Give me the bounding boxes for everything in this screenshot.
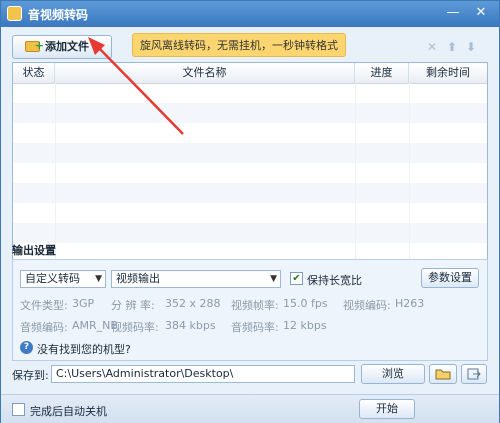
move-down-icon[interactable]: ⬇: [466, 40, 476, 54]
list-row: [13, 123, 487, 143]
video-bitrate-label: 视频码率:: [111, 321, 159, 334]
browse-button[interactable]: 浏览: [361, 364, 425, 384]
auto-shutdown-label: 完成后自动关机: [30, 405, 107, 418]
auto-shutdown-checkbox[interactable]: [12, 403, 25, 416]
delete-icon[interactable]: ✕: [427, 40, 437, 54]
bottom-bar: 完成后自动关机 开始: [1, 394, 499, 423]
chevron-down-icon: ▼: [270, 274, 277, 284]
add-file-label: 添加文件: [45, 40, 89, 53]
audio-bitrate-label: 音频码率:: [231, 321, 279, 334]
list-row: [13, 143, 487, 163]
device-help-link[interactable]: 没有找到您的机型?: [37, 341, 131, 357]
converter-window: 音视频转码 — ✕ 添加文件 旋风离线转码，无需挂机，一秒钟转格式 ✕ ⬆ ⬇ …: [0, 0, 500, 423]
help-icon: ?: [20, 341, 33, 354]
export-icon: [467, 368, 481, 380]
keep-ratio-checkbox[interactable]: ✔: [290, 272, 303, 285]
frame-rate-label: 视频帧率:: [231, 299, 279, 312]
format-select[interactable]: 视频输出 ▼: [111, 270, 281, 288]
window-title: 音视频转码: [28, 8, 89, 22]
preset-select-value: 自定义转码: [25, 272, 80, 285]
list-row: [13, 103, 487, 123]
audio-codec-label: 音频编码:: [20, 321, 68, 334]
file-type-label: 文件类型:: [20, 299, 68, 312]
minimize-button[interactable]: —: [443, 4, 463, 22]
column-filename[interactable]: 文件名称: [55, 63, 355, 83]
start-button[interactable]: 开始: [359, 399, 415, 419]
close-button[interactable]: ✕: [471, 4, 491, 22]
list-row: [13, 223, 487, 243]
file-list[interactable]: 状态 文件名称 进度 剩余时间: [12, 62, 488, 260]
export-button[interactable]: [461, 364, 487, 384]
output-settings-title: 输出设置: [12, 244, 56, 257]
column-status[interactable]: 状态: [13, 63, 55, 83]
column-time-left[interactable]: 剩余时间: [409, 63, 487, 83]
column-divider: [55, 83, 56, 259]
chevron-down-icon: ▼: [95, 274, 102, 284]
list-row: [13, 163, 487, 183]
keep-ratio-label: 保持长宽比: [307, 274, 362, 287]
video-codec-label: 视频编码:: [343, 299, 391, 312]
add-folder-icon: [25, 35, 44, 57]
video-bitrate-value: 384 kbps: [165, 319, 216, 332]
video-codec-value: H263: [395, 297, 425, 310]
list-row: [13, 183, 487, 203]
column-divider: [409, 83, 410, 259]
resolution-value: 352 x 288: [165, 297, 221, 310]
folder-icon: [435, 369, 451, 380]
open-folder-button[interactable]: [429, 364, 457, 384]
file-type-value: 3GP: [72, 297, 95, 310]
list-row: [13, 203, 487, 223]
column-divider: [355, 83, 356, 259]
column-progress[interactable]: 进度: [355, 63, 409, 83]
resolution-label: 分 辨 率:: [111, 299, 155, 312]
save-path-input[interactable]: C:\Users\Administrator\Desktop\: [51, 365, 355, 383]
move-up-icon[interactable]: ⬆: [447, 40, 457, 54]
preset-select[interactable]: 自定义转码 ▼: [20, 270, 106, 288]
save-to-label: 保存到:: [12, 369, 49, 382]
app-icon: [7, 6, 22, 21]
promo-banner[interactable]: 旋风离线转码，无需挂机，一秒钟转格式: [132, 33, 346, 57]
add-file-button[interactable]: 添加文件: [12, 35, 112, 59]
title-bar[interactable]: 音视频转码 — ✕: [1, 1, 499, 27]
format-select-value: 视频输出: [116, 272, 160, 285]
params-button[interactable]: 参数设置: [421, 268, 479, 288]
output-settings-panel: 自定义转码 ▼ 视频输出 ▼ ✔ 保持长宽比 参数设置 文件类型: 3GP 分 …: [12, 259, 488, 361]
client-area: 添加文件 旋风离线转码，无需挂机，一秒钟转格式 ✕ ⬆ ⬇ 状态 文件名称 进度…: [1, 27, 499, 423]
frame-rate-value: 15.0 fps: [283, 297, 328, 310]
list-row: [13, 83, 487, 103]
file-list-header: 状态 文件名称 进度 剩余时间: [13, 63, 487, 84]
audio-bitrate-value: 12 kbps: [283, 319, 327, 332]
